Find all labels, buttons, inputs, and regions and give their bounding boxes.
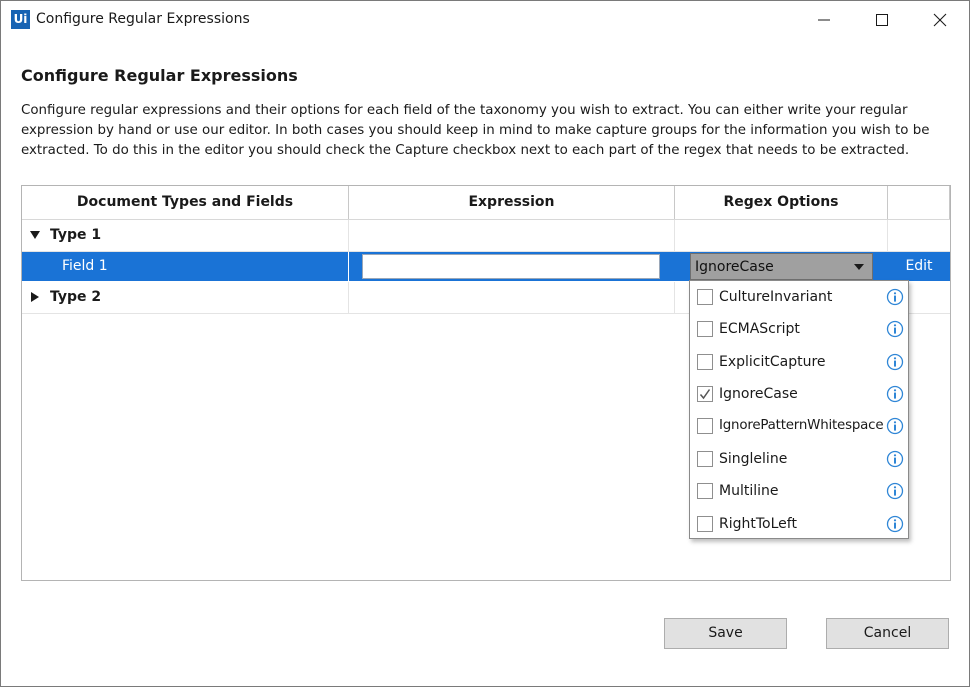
info-icon[interactable] [886,450,904,468]
field-1-label: Field 1 [62,258,108,274]
type-1-expression-cell [349,220,675,251]
option-label: RightToLeft [719,516,797,532]
option-label: IgnorePatternWhitespace [719,418,884,433]
option-culture-invariant[interactable]: CultureInvariant [690,281,908,313]
type-2-expression-cell [349,282,675,313]
culture-invariant-checkbox[interactable] [697,289,713,305]
type-1-label: Type 1 [50,227,102,243]
right-to-left-checkbox[interactable] [697,516,713,532]
save-button[interactable]: Save [664,618,787,649]
option-ignore-case[interactable]: IgnoreCase [690,378,908,410]
option-right-to-left[interactable]: RightToLeft [690,508,908,540]
option-multiline[interactable]: Multiline [690,475,908,507]
dialog-window: Ui Configure Regular Expressions Configu… [0,0,970,687]
info-icon[interactable] [886,417,904,435]
ignore-case-checkbox[interactable] [697,386,713,402]
close-button[interactable] [911,1,969,39]
regex-options-selected-value: IgnoreCase [695,259,774,275]
field-1-cell: Field 1 [22,252,349,281]
tree-row-type-1[interactable]: Type 1 [22,220,950,252]
column-header-regex-options[interactable]: Regex Options [675,186,888,219]
option-ignore-pattern-whitespace[interactable]: IgnorePatternWhitespace [690,410,908,442]
page-heading: Configure Regular Expressions [21,66,298,85]
edit-button[interactable]: Edit [888,252,950,281]
app-logo: Ui [11,10,30,29]
option-label: CultureInvariant [719,289,833,305]
option-ecmascript[interactable]: ECMAScript [690,313,908,345]
column-header-fields[interactable]: Document Types and Fields [22,186,349,219]
ignore-pattern-whitespace-checkbox[interactable] [697,418,713,434]
tree-row-field-1[interactable]: Field 1 IgnoreCase Edit [22,252,950,281]
option-explicit-capture[interactable]: ExplicitCapture [690,346,908,378]
minimize-button[interactable] [795,1,853,39]
info-icon[interactable] [886,385,904,403]
multiline-checkbox[interactable] [697,483,713,499]
option-label: Multiline [719,483,779,499]
regex-options-dropdown: CultureInvariant ECMAScript ExplicitCapt… [689,280,909,539]
window-title: Configure Regular Expressions [36,11,250,27]
minimize-icon [818,19,830,21]
option-label: ExplicitCapture [719,354,826,370]
option-singleline[interactable]: Singleline [690,443,908,475]
option-label: Singleline [719,451,788,467]
option-label: IgnoreCase [719,386,798,402]
type-2-label: Type 2 [50,289,102,305]
option-label: ECMAScript [719,321,800,337]
chevron-down-icon [854,264,864,270]
regex-options-select[interactable]: IgnoreCase [690,253,873,280]
expression-input[interactable] [362,254,660,279]
maximize-icon [876,14,888,26]
info-icon[interactable] [886,515,904,533]
singleline-checkbox[interactable] [697,451,713,467]
type-1-cell: Type 1 [22,220,349,251]
checkmark-icon [699,389,711,400]
maximize-button[interactable] [853,1,911,39]
description-text: Configure regular expressions and their … [21,103,930,158]
type-1-options-cell [675,220,888,251]
close-icon [933,13,947,27]
info-icon[interactable] [886,288,904,306]
cancel-button[interactable]: Cancel [826,618,949,649]
title-bar: Ui Configure Regular Expressions [1,1,969,39]
column-header-expression[interactable]: Expression [349,186,675,219]
expand-triangle-icon[interactable] [30,292,40,302]
info-icon[interactable] [886,482,904,500]
info-icon[interactable] [886,320,904,338]
explicit-capture-checkbox[interactable] [697,354,713,370]
column-header-edit [888,186,950,219]
type-2-cell: Type 2 [22,282,349,313]
ecmascript-checkbox[interactable] [697,321,713,337]
info-icon[interactable] [886,353,904,371]
grid-header: Document Types and Fields Expression Reg… [22,186,950,220]
collapse-triangle-icon[interactable] [30,230,40,240]
